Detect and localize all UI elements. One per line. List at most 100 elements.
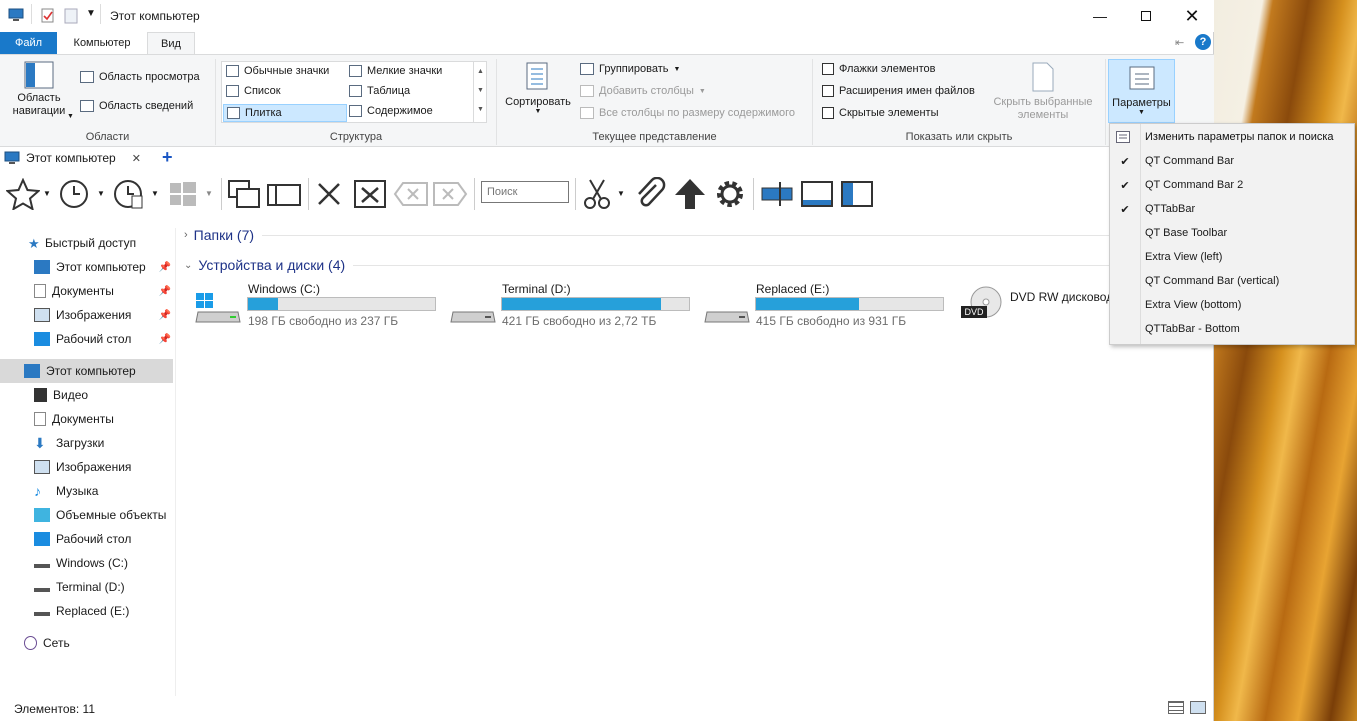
pin-icon[interactable]: 📌 (159, 262, 171, 273)
menu-item-extra-view-bottom[interactable]: Extra View (bottom) (1110, 293, 1354, 317)
nav-drive-e[interactable]: Replaced (E:) (0, 599, 175, 623)
nav-label: Загрузки (56, 436, 105, 450)
paperclip-icon[interactable] (634, 177, 666, 211)
nav-pictures[interactable]: Изображения (0, 455, 175, 479)
menu-item-qttabbar[interactable]: ✔ QTTabBar (1110, 197, 1354, 221)
options-label: Параметры (1112, 97, 1171, 109)
nav-videos[interactable]: Видео (0, 383, 175, 407)
layout-large-icons[interactable]: Обычные значки (226, 65, 329, 77)
pin-icon[interactable]: 📌 (159, 334, 171, 345)
recent-folders-clock-icon[interactable] (58, 178, 92, 210)
chevron-down-icon[interactable]: ▼ (151, 189, 159, 198)
devices-group-header[interactable]: ⌄ Устройства и диски (4) (184, 254, 1114, 276)
nav-documents[interactable]: Документы (0, 407, 175, 431)
backspace-icon[interactable] (393, 181, 429, 207)
desktop-icon (34, 332, 50, 346)
hidden-items-toggle[interactable]: Скрытые элементы (822, 107, 939, 119)
chevron-down-icon[interactable]: ▼ (617, 189, 625, 198)
recent-files-clock-icon[interactable] (112, 178, 146, 210)
tab-view[interactable]: Вид (147, 32, 195, 55)
menu-item-qt-command-bar-2[interactable]: ✔ QT Command Bar 2 (1110, 173, 1354, 197)
properties-icon[interactable] (40, 8, 56, 24)
fit-columns-button[interactable]: Все столбцы по размеру содержимого (580, 107, 795, 119)
menu-item-folder-options[interactable]: Изменить параметры папок и поиска (1110, 125, 1354, 149)
chevron-down-icon[interactable]: ▼ (97, 189, 105, 198)
check-icon: ✔ (1120, 203, 1130, 216)
folders-group-header[interactable]: › Папки (7) (184, 224, 1114, 246)
pin-icon[interactable]: 📌 (159, 286, 171, 297)
delete-forward-icon[interactable] (432, 181, 468, 207)
hide-selected-button[interactable]: Скрыть выбранные элементы (988, 61, 1098, 127)
layout-details[interactable]: Таблица (349, 85, 410, 97)
chevron-down-icon[interactable]: ▼ (205, 189, 213, 198)
favorites-star-icon[interactable] (6, 178, 40, 210)
add-tab-icon[interactable]: + (162, 147, 173, 168)
nav-quick-access[interactable]: ★ Быстрый доступ (0, 231, 175, 255)
windows-cascade-icon[interactable] (227, 179, 261, 209)
nav-desktop[interactable]: Рабочий стол (0, 527, 175, 551)
item-checkboxes-toggle[interactable]: Флажки элементов (822, 63, 935, 75)
group-by-button[interactable]: Группировать ▼ (580, 63, 680, 75)
close-window-icon[interactable] (353, 179, 387, 209)
chevron-down-icon[interactable]: ▼ (43, 189, 51, 198)
nav-quick-pictures[interactable]: Изображения 📌 (0, 303, 175, 327)
menu-item-qt-command-bar[interactable]: ✔ QT Command Bar (1110, 149, 1354, 173)
nav-drive-c[interactable]: Windows (C:) (0, 551, 175, 575)
close-x-icon[interactable] (314, 179, 344, 209)
rename-icon[interactable] (760, 180, 794, 208)
nav-drive-d[interactable]: Terminal (D:) (0, 575, 175, 599)
details-view-icon[interactable] (1168, 701, 1184, 714)
left-pane-icon[interactable] (840, 180, 874, 208)
gear-icon[interactable] (713, 177, 747, 211)
layout-content[interactable]: Содержимое (349, 105, 433, 117)
details-pane-button[interactable]: Область сведений (80, 100, 193, 112)
bottom-pane-icon[interactable] (800, 180, 834, 208)
tab-file[interactable]: Файл (0, 32, 57, 55)
options-button[interactable]: Параметры ▼ (1108, 59, 1175, 123)
menu-item-qttabbar-bottom[interactable]: QTTabBar - Bottom (1110, 317, 1354, 341)
layout-list[interactable]: Список (226, 85, 281, 97)
pin-ribbon-icon[interactable]: ⇤ (1175, 36, 1184, 49)
qt-command-bar: ▼ ▼ ▼ ▼ ▼ (0, 172, 1110, 216)
nav-this-pc[interactable]: Этот компьютер (0, 359, 173, 383)
nav-quick-this-pc[interactable]: Этот компьютер 📌 (0, 255, 175, 279)
menu-item-qt-command-bar-vertical[interactable]: QT Command Bar (vertical) (1110, 269, 1354, 293)
drive-tile[interactable]: Terminal (D:) 421 ГБ свободно из 2,72 ТБ (449, 282, 694, 330)
nav-downloads[interactable]: ⬇ Загрузки (0, 431, 175, 455)
scissors-icon[interactable] (582, 177, 612, 211)
windows-logo-icon[interactable] (168, 180, 198, 208)
maximize-button[interactable] (1123, 0, 1169, 32)
check-icon: ✔ (1120, 155, 1130, 168)
sort-button[interactable]: Сортировать ▼ (501, 61, 575, 127)
nav-music[interactable]: ♪ Музыка (0, 479, 175, 503)
tab-computer[interactable]: Компьютер (58, 32, 146, 55)
close-button[interactable]: ✕ (1169, 0, 1215, 32)
tiles-view-icon[interactable] (1190, 701, 1206, 714)
nav-3d-objects[interactable]: Объемные объекты (0, 503, 175, 527)
drive-tile[interactable]: Windows (C:) 198 ГБ свободно из 237 ГБ (194, 282, 439, 330)
layout-tiles[interactable]: Плитка (223, 104, 347, 122)
help-icon[interactable]: ? (1195, 34, 1211, 50)
minimize-button[interactable]: — (1077, 0, 1123, 32)
pin-icon[interactable]: 📌 (159, 310, 171, 321)
qt-tab[interactable]: Этот компьютер ✕ (4, 147, 154, 169)
dvd-drive-tile[interactable]: DVD DVD RW дисковод (958, 282, 1110, 330)
menu-item-extra-view-left[interactable]: Extra View (left) (1110, 245, 1354, 269)
qt-tab-close-icon[interactable]: ✕ (132, 152, 141, 165)
add-columns-button[interactable]: Добавить столбцы ▼ (580, 85, 706, 97)
windows-tile-icon[interactable] (266, 179, 302, 209)
nav-network[interactable]: Сеть (0, 631, 175, 655)
drive-tile[interactable]: Replaced (E:) 415 ГБ свободно из 931 ГБ (703, 282, 948, 330)
navigation-pane-button[interactable]: Область навигации (8, 61, 70, 127)
preview-pane-button[interactable]: Область просмотра (80, 71, 200, 83)
up-arrow-icon[interactable] (673, 177, 707, 211)
nav-quick-documents[interactable]: Документы 📌 (0, 279, 175, 303)
qat-dropdown-icon[interactable]: ▼ (86, 8, 96, 19)
nav-quick-desktop[interactable]: Рабочий стол 📌 (0, 327, 175, 351)
menu-item-qt-base-toolbar[interactable]: QT Base Toolbar (1110, 221, 1354, 245)
new-folder-icon[interactable] (64, 8, 78, 24)
layout-small-icons[interactable]: Мелкие значки (349, 65, 442, 77)
search-input[interactable] (481, 181, 569, 203)
file-extensions-toggle[interactable]: Расширения имен файлов (822, 85, 975, 97)
gallery-scroll[interactable]: ▲ ▼ ▼ (473, 62, 487, 122)
